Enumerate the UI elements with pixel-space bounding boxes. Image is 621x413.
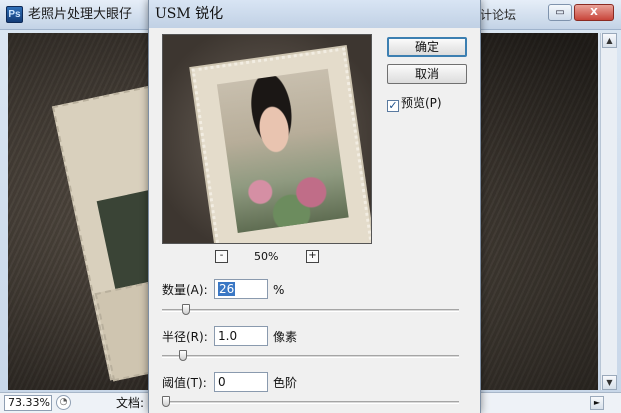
threshold-slider-thumb[interactable] (162, 396, 170, 407)
vertical-scrollbar[interactable]: ▲ ▼ (600, 33, 617, 390)
scroll-right-arrow-icon[interactable]: ► (590, 396, 604, 410)
amount-unit: % (273, 283, 285, 297)
status-info-icon[interactable]: ◔ (56, 395, 71, 410)
ok-button[interactable]: 确定 (387, 37, 467, 57)
close-button[interactable]: X (574, 4, 614, 21)
usm-sharpen-dialog: USM 锐化 - 50% + 确定 取消 ✓ 预览(P) 数量(A): 26 % … (148, 0, 481, 413)
photoshop-logo-icon: Ps (6, 6, 23, 23)
threshold-label: 阈值(T): (162, 376, 207, 390)
amount-label: 数量(A): (162, 283, 208, 297)
restore-button[interactable]: ▭ (548, 4, 572, 21)
zoom-in-button[interactable]: + (306, 250, 319, 263)
document-info[interactable]: 文档: (116, 395, 144, 411)
zoom-level-field[interactable]: 73.33% (4, 395, 52, 411)
threshold-input[interactable]: 0 (214, 372, 268, 392)
dialog-title[interactable]: USM 锐化 (149, 0, 480, 28)
radius-slider[interactable] (162, 350, 459, 361)
amount-value: 26 (218, 282, 236, 296)
preview-window[interactable] (162, 34, 372, 244)
tab-old-photo[interactable]: 老照片处理 (28, 5, 93, 25)
threshold-unit: 色阶 (273, 376, 298, 390)
radius-input[interactable]: 1.0 (214, 326, 268, 346)
scroll-down-arrow-icon[interactable]: ▼ (602, 375, 617, 390)
tab-big-eye[interactable]: 大眼仔 (93, 5, 132, 25)
amount-slider-thumb[interactable] (182, 304, 190, 315)
radius-unit: 像素 (273, 330, 298, 344)
cancel-button[interactable]: 取消 (387, 64, 467, 84)
portrait-photo (216, 68, 349, 233)
amount-input[interactable]: 26 (214, 279, 268, 299)
threshold-slider[interactable] (162, 396, 459, 407)
stamp-photo-preview (191, 47, 371, 243)
radius-label: 半径(R): (162, 330, 208, 344)
preview-zoom-level: 50% (254, 250, 279, 263)
radius-slider-thumb[interactable] (179, 350, 187, 361)
preview-checkbox-label: 预览(P) (401, 96, 442, 110)
amount-slider[interactable] (162, 304, 459, 315)
preview-checkbox[interactable]: ✓ (387, 100, 399, 112)
zoom-out-button[interactable]: - (215, 250, 228, 263)
scroll-up-arrow-icon[interactable]: ▲ (602, 33, 617, 48)
preview-checkbox-row[interactable]: ✓ 预览(P) (387, 96, 442, 112)
